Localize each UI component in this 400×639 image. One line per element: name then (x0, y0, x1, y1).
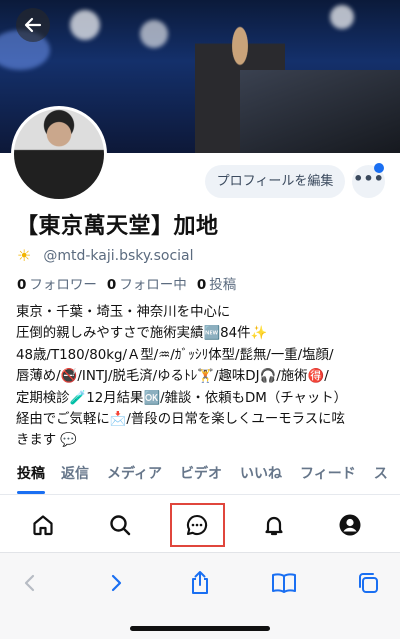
handle-row: ☀ @mtd-kaji.bsky.social (17, 246, 194, 265)
bell-icon (265, 516, 283, 536)
nav-profile[interactable] (330, 505, 370, 545)
profile-avatar[interactable] (11, 106, 107, 202)
browser-tabs-button[interactable] (350, 565, 386, 601)
back-button[interactable] (16, 8, 50, 42)
share-icon (192, 571, 208, 594)
profile-bio: 東京・千葉・埼玉・神奈川を中心に 圧倒的親しみやすさで施術実績🆕84件✨ 48歳… (16, 305, 348, 449)
banner-light (330, 5, 354, 29)
edit-profile-button[interactable]: プロフィールを編集 (205, 165, 345, 198)
posts-count: 0 投稿 (196, 277, 237, 293)
tabs-icon (359, 573, 378, 593)
chat-highlight-box (170, 503, 225, 547)
banner-dj-deck (240, 70, 400, 153)
profile-icon (339, 514, 361, 536)
tab-replies[interactable]: 返信 (55, 457, 101, 494)
profile-tabs: 投稿 返信 メディア ビデオ いいね フィード ス (0, 457, 400, 495)
notification-dot (374, 163, 384, 173)
tab-starter-packs[interactable]: ス (368, 457, 400, 494)
browser-forward-button[interactable] (98, 565, 134, 601)
browser-bookmarks-button[interactable] (266, 565, 302, 601)
nav-home[interactable] (23, 505, 63, 545)
tab-likes[interactable]: いいね (234, 457, 294, 494)
following-link[interactable]: 0 フォロー中 (107, 273, 187, 293)
tab-videos[interactable]: ビデオ (174, 457, 234, 494)
home-indicator (130, 626, 270, 631)
display-name: 【東京萬天堂】加地 (16, 214, 219, 239)
banner-light (140, 20, 168, 48)
nav-search[interactable] (100, 505, 140, 545)
browser-share-button[interactable] (182, 565, 218, 601)
tab-posts[interactable]: 投稿 (0, 457, 55, 494)
followers-link[interactable]: 0 フォロワー (17, 273, 97, 293)
profile-stats: 0 フォロワー 0 フォロー中 0 投稿 (17, 273, 236, 293)
tab-media[interactable]: メディア (101, 457, 174, 494)
sun-icon: ☀ (17, 246, 32, 265)
handle: @mtd-kaji.bsky.social (43, 247, 194, 264)
nav-notifications[interactable] (254, 505, 294, 545)
book-icon (272, 573, 296, 593)
chevron-right-icon (111, 574, 122, 592)
chevron-left-icon (24, 574, 35, 592)
banner-light (70, 10, 100, 40)
home-icon (33, 515, 53, 536)
search-icon (110, 515, 131, 536)
arrow-left-icon (24, 17, 42, 33)
browser-back-button[interactable] (12, 565, 48, 601)
tab-feeds[interactable]: フィード (294, 457, 368, 494)
